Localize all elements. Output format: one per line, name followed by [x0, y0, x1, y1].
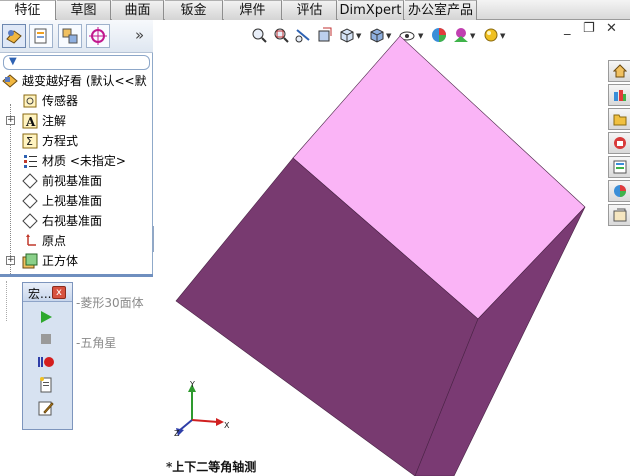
tree-item-label: 方程式	[42, 134, 79, 148]
lower-item[interactable]: -五角星	[76, 334, 116, 351]
view-palette-tab[interactable]	[608, 156, 630, 178]
command-manager-tabs: 特征 草图 曲面 钣金 焊件 评估 DimXpert 办公室产品	[0, 0, 630, 21]
tree-item-origin[interactable]: 原点	[0, 232, 153, 250]
view-orientation-label: *上下二等角轴测	[166, 460, 257, 474]
edit-icon	[38, 401, 54, 416]
part-icon	[2, 74, 18, 88]
configuration-icon	[62, 28, 78, 44]
tree-item-label: 原点	[42, 234, 67, 248]
material-icon	[24, 155, 37, 168]
appearance-icon	[613, 185, 626, 197]
triad-x-label: X	[224, 421, 230, 430]
panel-tabs: »	[0, 20, 153, 53]
play-icon	[41, 311, 52, 323]
triad-z-label: Z	[174, 429, 180, 438]
graphics-area[interactable]: ▼ ▼ ▼ ▼ ▼ _ ❐ ✕ Y X Z *上下二等角轴测	[154, 20, 630, 476]
tab-dimxpert[interactable]: DimXpert	[338, 0, 404, 20]
plane-icon	[22, 173, 38, 189]
stop-icon	[41, 334, 51, 344]
view-palette-icon	[613, 160, 626, 174]
tree-item-label: 上视基准面	[42, 194, 103, 208]
property-icon	[34, 28, 47, 44]
tab-weldments[interactable]: 焊件	[224, 0, 282, 20]
edit-macro-button[interactable]	[36, 398, 56, 418]
expand-icon[interactable]: +	[6, 116, 15, 125]
file-explorer-tab[interactable]	[608, 132, 630, 154]
tree-item-label: 正方体	[42, 254, 79, 268]
tab-sheet-metal[interactable]: 钣金	[165, 0, 223, 20]
tab-features[interactable]: 特征	[0, 0, 56, 21]
plane-icon	[22, 193, 38, 209]
close-icon[interactable]: x	[52, 286, 66, 299]
filter-icon: ▼	[9, 56, 17, 67]
new-document-icon	[40, 377, 52, 393]
folder-icon	[613, 114, 626, 126]
crosshair-icon	[89, 27, 107, 45]
feature-tree-icon	[6, 30, 22, 44]
tree-root[interactable]: 越变越好看 (默认<<默	[0, 72, 153, 90]
tree-item-label: 材质 <未指定>	[42, 154, 126, 168]
tab-sketch[interactable]: 草图	[57, 0, 111, 20]
tree-item-label: 前视基准面	[42, 174, 103, 188]
record-pause-macro-button[interactable]	[36, 352, 56, 372]
triad-y-label: Y	[189, 380, 195, 389]
design-library-tab[interactable]	[608, 108, 630, 130]
custom-properties-tab[interactable]	[608, 204, 630, 226]
tree-root-label: 越变越好看 (默认<<默	[22, 74, 147, 88]
resources-tab[interactable]	[608, 84, 630, 106]
macro-toolbar-title[interactable]: 宏... x	[23, 283, 72, 302]
expand-icon[interactable]: +	[6, 256, 15, 265]
resources-icon	[613, 90, 626, 101]
record-pause-icon	[38, 357, 54, 367]
new-macro-button[interactable]	[36, 375, 56, 395]
svg-text:Σ: Σ	[26, 135, 33, 148]
home-tab[interactable]	[608, 60, 630, 82]
run-macro-button[interactable]	[36, 307, 56, 327]
tree-item-right-plane[interactable]: 右视基准面	[0, 212, 153, 230]
panel-more-button[interactable]: »	[135, 26, 144, 44]
reference-triad: Y X Z	[174, 380, 230, 438]
extrude-icon	[22, 253, 38, 269]
tree-item-top-plane[interactable]: 上视基准面	[0, 192, 153, 210]
tree-item-cube[interactable]: + 正方体	[0, 252, 153, 270]
feature-manager-tab[interactable]	[2, 24, 26, 48]
origin-icon	[26, 234, 36, 246]
tree-item-label: 传感器	[42, 94, 79, 108]
macro-toolbar[interactable]: 宏... x	[22, 282, 73, 430]
appearances-tab[interactable]	[608, 180, 630, 202]
tree-item-label: 注解	[42, 114, 67, 128]
tree-item-material[interactable]: 材质 <未指定>	[0, 152, 153, 170]
tree-item-front-plane[interactable]: 前视基准面	[0, 172, 153, 190]
annotation-icon: A	[22, 113, 38, 129]
task-pane-tabs	[608, 60, 630, 230]
explorer-icon	[613, 137, 626, 149]
tree-item-label: 右视基准面	[42, 214, 103, 228]
custom-properties-icon	[613, 208, 626, 222]
lower-item[interactable]: -菱形30面体	[76, 294, 144, 311]
tab-evaluate[interactable]: 评估	[283, 0, 337, 20]
configuration-manager-tab[interactable]	[58, 24, 82, 48]
home-icon	[612, 64, 627, 78]
property-manager-tab[interactable]	[29, 24, 53, 48]
equation-icon: Σ	[22, 133, 38, 149]
tree-filter[interactable]: ▼	[3, 55, 150, 70]
macro-title-text: 宏...	[28, 287, 52, 301]
tree-item-sensors[interactable]: 传感器	[0, 92, 153, 110]
svg-text:A: A	[25, 115, 36, 129]
stop-macro-button[interactable]	[36, 329, 56, 349]
tree-item-annotations[interactable]: + A 注解	[0, 112, 153, 130]
tree-item-equations[interactable]: Σ 方程式	[0, 132, 153, 150]
plane-icon	[22, 213, 38, 229]
sensor-icon	[23, 94, 37, 108]
dimxpert-manager-tab[interactable]	[86, 24, 110, 48]
tab-surfaces[interactable]: 曲面	[112, 0, 164, 20]
tab-office-products[interactable]: 办公室产品	[405, 0, 477, 20]
lower-connector	[6, 281, 7, 321]
